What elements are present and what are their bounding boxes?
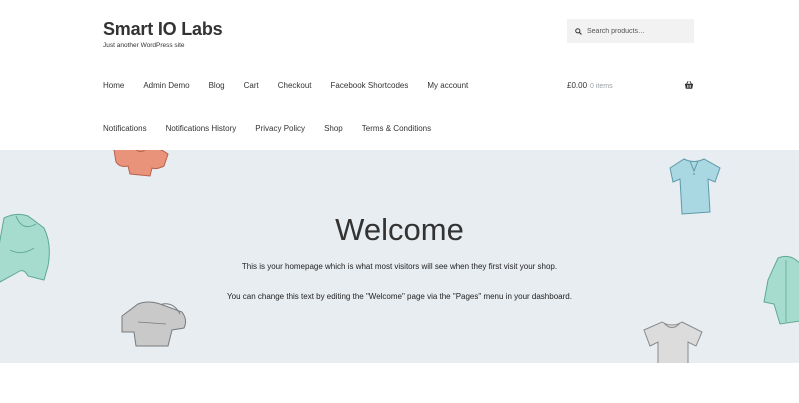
primary-nav-row-1: Home Admin Demo Blog Cart Checkout Faceb… <box>103 81 487 90</box>
cart-count: 0 items <box>590 83 613 90</box>
nav-item-notifications-history[interactable]: Notifications History <box>166 124 237 133</box>
search-input[interactable] <box>587 27 687 35</box>
cart-total: £0.00 <box>567 81 588 90</box>
hero-text-line-1: This is your homepage which is what most… <box>241 262 558 271</box>
nav-item-shop[interactable]: Shop <box>324 124 343 133</box>
nav-item-terms-conditions[interactable]: Terms & Conditions <box>362 124 431 133</box>
primary-nav-row-2: Notifications Notifications History Priv… <box>103 124 450 133</box>
search-icon <box>575 27 582 35</box>
site-tagline: Just another WordPress site <box>103 42 185 49</box>
nav-item-checkout[interactable]: Checkout <box>278 81 312 90</box>
content-area <box>0 363 799 403</box>
nav-item-notifications[interactable]: Notifications <box>103 124 147 133</box>
site-title[interactable]: Smart IO Labs <box>103 19 223 40</box>
blue-polo-illustration <box>669 158 721 215</box>
hero-title: Welcome <box>335 212 464 247</box>
nav-item-facebook-shortcodes[interactable]: Facebook Shortcodes <box>331 81 409 90</box>
hero-text-line-2: You can change this text by editing the … <box>227 292 572 301</box>
cart-summary[interactable]: £0.00 0 items <box>567 81 613 90</box>
gray-tshirt-illustration <box>643 321 703 363</box>
gray-hoodie-illustration <box>121 301 187 347</box>
basket-icon[interactable] <box>684 80 694 90</box>
nav-item-home[interactable]: Home <box>103 81 124 90</box>
orange-sweater-illustration <box>113 150 169 177</box>
product-search[interactable] <box>567 19 694 43</box>
nav-item-admin-demo[interactable]: Admin Demo <box>143 81 189 90</box>
site-header: Smart IO Labs Just another WordPress sit… <box>0 0 799 150</box>
nav-item-blog[interactable]: Blog <box>209 81 225 90</box>
nav-item-my-account[interactable]: My account <box>427 81 468 90</box>
nav-item-privacy-policy[interactable]: Privacy Policy <box>255 124 305 133</box>
welcome-hero: Welcome This is your homepage which is w… <box>0 150 799 363</box>
nav-item-cart[interactable]: Cart <box>244 81 259 90</box>
